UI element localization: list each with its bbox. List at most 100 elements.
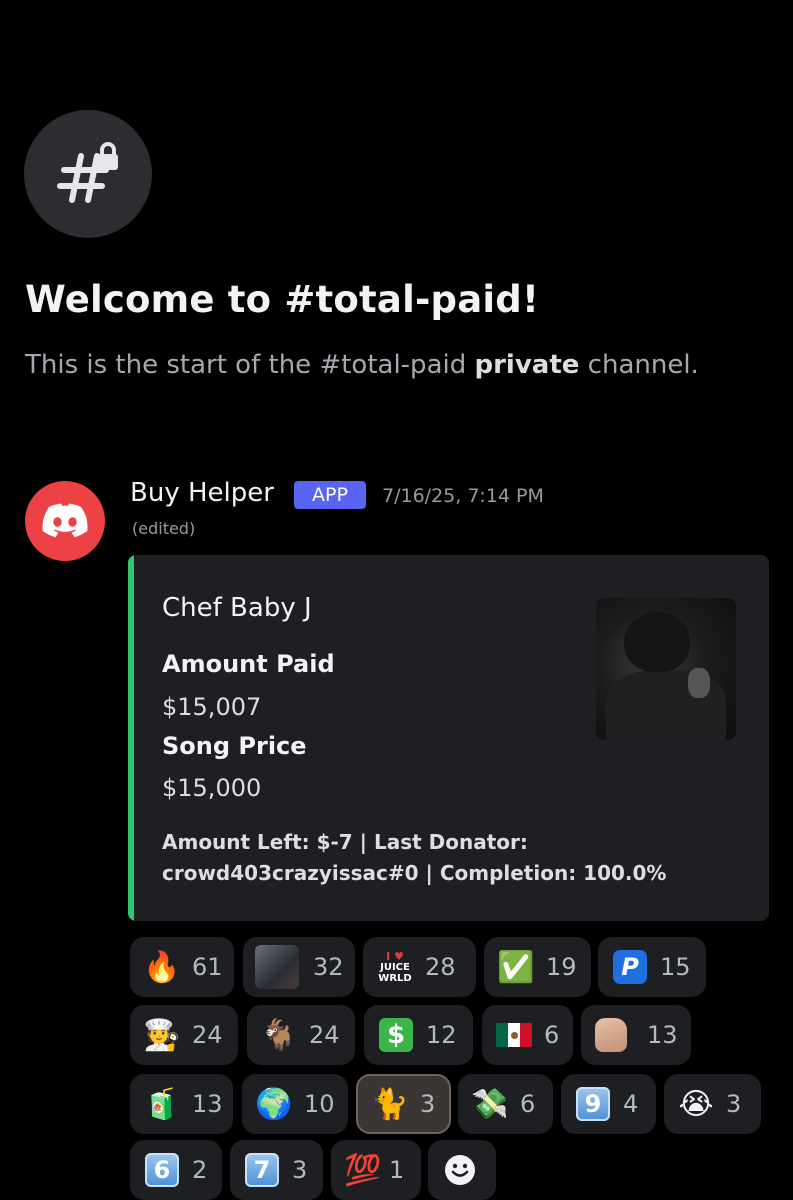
reaction-count: 6	[520, 1090, 536, 1118]
welcome-title: Welcome to #total-paid!	[25, 278, 540, 321]
embed-description-line-2: crowd403crazyissac#0 | Completion: 100.0…	[162, 861, 667, 885]
embed-description-line-1: Amount Left: $-7 | Last Donator:	[162, 830, 528, 854]
reaction-cat[interactable]: 🐈 3	[356, 1074, 451, 1134]
field-value-song-price: $15,000	[162, 774, 262, 802]
mexico-flag-shape	[496, 1023, 532, 1047]
reaction-count: 3	[726, 1090, 742, 1118]
embed-title: Chef Baby J	[162, 593, 312, 623]
author-avatar[interactable]	[25, 481, 105, 561]
dollar-icon: $	[378, 1017, 414, 1053]
subtitle-start: This is the start of the #total-paid	[25, 350, 475, 380]
app-badge: APP	[294, 481, 366, 509]
reaction-cook[interactable]: 🧑‍🍳 24	[130, 1005, 238, 1065]
reaction-hundred-points[interactable]: 💯 1	[331, 1140, 421, 1200]
photo-emoji-icon	[253, 943, 301, 991]
keycap-nine-glyph: 9	[576, 1087, 610, 1121]
juice-logo-top: I ♥	[386, 949, 404, 963]
field-name-song-price: Song Price	[162, 732, 307, 760]
reaction-count: 3	[292, 1156, 308, 1184]
reaction-count: 4	[623, 1090, 639, 1118]
cat-icon: 🐈	[371, 1086, 409, 1122]
money-wings-icon: 💸	[471, 1086, 509, 1122]
smiley-icon-svg	[445, 1155, 475, 1185]
reaction-fist[interactable]: 13	[581, 1005, 691, 1065]
field-value-amount-paid: $15,007	[162, 693, 262, 721]
reaction-keycap-six[interactable]: 6 2	[130, 1140, 222, 1200]
message-timestamp: 7/16/25, 7:14 PM	[382, 485, 544, 507]
author-name[interactable]: Buy Helper	[130, 478, 274, 508]
discord-logo-icon	[42, 503, 88, 538]
locked-hashtag-icon	[57, 142, 118, 203]
hundred-points-icon: 💯	[344, 1152, 382, 1188]
reaction-juice-wrld[interactable]: I ♥ JUICE WRLD 28	[363, 937, 476, 997]
goat-icon: 🐐	[260, 1017, 298, 1053]
flag-emblem	[510, 1031, 518, 1039]
juice-logo-bot: WRLD	[378, 972, 412, 984]
fire-icon: 🔥	[143, 949, 181, 985]
reaction-dollar[interactable]: $ 12	[364, 1005, 473, 1065]
edited-label: (edited)	[132, 519, 196, 538]
message-embed: Chef Baby J Amount Paid $15,007 Song Pri…	[128, 555, 769, 921]
reaction-count: 10	[304, 1090, 335, 1118]
field-name-amount-paid: Amount Paid	[162, 650, 335, 678]
paypal-glyph: P	[613, 950, 647, 984]
keycap-seven-glyph: 7	[245, 1153, 279, 1187]
channel-icon	[24, 110, 152, 238]
reaction-photo[interactable]: 32	[243, 937, 355, 997]
reaction-count: 1	[389, 1156, 405, 1184]
juice-wrld-logo-icon: I ♥ JUICE WRLD	[377, 949, 413, 985]
flag-white	[508, 1023, 520, 1047]
paypal-icon: P	[612, 949, 648, 985]
reaction-money-wings[interactable]: 💸 6	[458, 1074, 553, 1134]
juice-logo-mid: JUICE	[380, 961, 410, 973]
crying-face-icon: 😭	[678, 1086, 714, 1122]
reaction-count: 12	[426, 1021, 457, 1049]
keycap-six-glyph: 6	[145, 1153, 179, 1187]
check-mark-icon: ✅	[497, 949, 535, 985]
reaction-count: 3	[420, 1090, 436, 1118]
thumbnail-head-shape	[624, 612, 690, 672]
add-reaction-button[interactable]	[428, 1140, 496, 1200]
photo-emoji-image	[255, 945, 299, 989]
reaction-count: 28	[425, 953, 456, 981]
subtitle-private: private	[474, 350, 580, 380]
fist-icon	[591, 1015, 631, 1055]
reaction-count: 15	[660, 953, 691, 981]
dollar-glyph: $	[379, 1018, 413, 1052]
reaction-count: 2	[192, 1156, 208, 1184]
juice-wrld-logo: I ♥ JUICE WRLD	[377, 948, 413, 986]
reaction-crying-face[interactable]: 😭 3	[664, 1074, 761, 1134]
fist-shape	[595, 1018, 627, 1052]
reaction-count: 13	[647, 1021, 678, 1049]
reaction-count: 61	[192, 953, 223, 981]
reaction-count: 13	[192, 1090, 223, 1118]
mexico-flag-icon	[496, 1017, 532, 1053]
reaction-count: 6	[544, 1021, 560, 1049]
reaction-count: 32	[313, 953, 344, 981]
welcome-subtitle: This is the start of the #total-paid pri…	[25, 350, 699, 380]
flag-green	[496, 1023, 508, 1047]
keycap-seven-icon: 7	[244, 1152, 280, 1188]
thumbnail-light-shape	[688, 668, 710, 698]
flag-red	[520, 1023, 532, 1047]
keycap-nine-icon: 9	[575, 1086, 611, 1122]
reaction-keycap-nine[interactable]: 9 4	[561, 1074, 656, 1134]
globe-icon: 🌍	[255, 1086, 293, 1122]
reaction-count: 19	[546, 953, 577, 981]
embed-thumbnail[interactable]	[596, 598, 736, 740]
reaction-juice-box[interactable]: 🧃 13	[130, 1074, 233, 1134]
reaction-count: 24	[192, 1021, 223, 1049]
reaction-globe[interactable]: 🌍 10	[242, 1074, 348, 1134]
reaction-check-mark[interactable]: ✅ 19	[484, 937, 591, 997]
embed-accent-bar	[128, 555, 134, 921]
reaction-paypal[interactable]: P 15	[598, 937, 706, 997]
subtitle-end: channel.	[579, 350, 699, 380]
reaction-count: 24	[309, 1021, 340, 1049]
juice-box-icon: 🧃	[143, 1086, 181, 1122]
reaction-mexico-flag[interactable]: 6	[482, 1005, 573, 1065]
reaction-keycap-seven[interactable]: 7 3	[230, 1140, 323, 1200]
reaction-fire[interactable]: 🔥 61	[130, 937, 234, 997]
keycap-six-icon: 6	[144, 1152, 180, 1188]
cook-icon: 🧑‍🍳	[143, 1017, 181, 1053]
reaction-goat[interactable]: 🐐 24	[247, 1005, 355, 1065]
